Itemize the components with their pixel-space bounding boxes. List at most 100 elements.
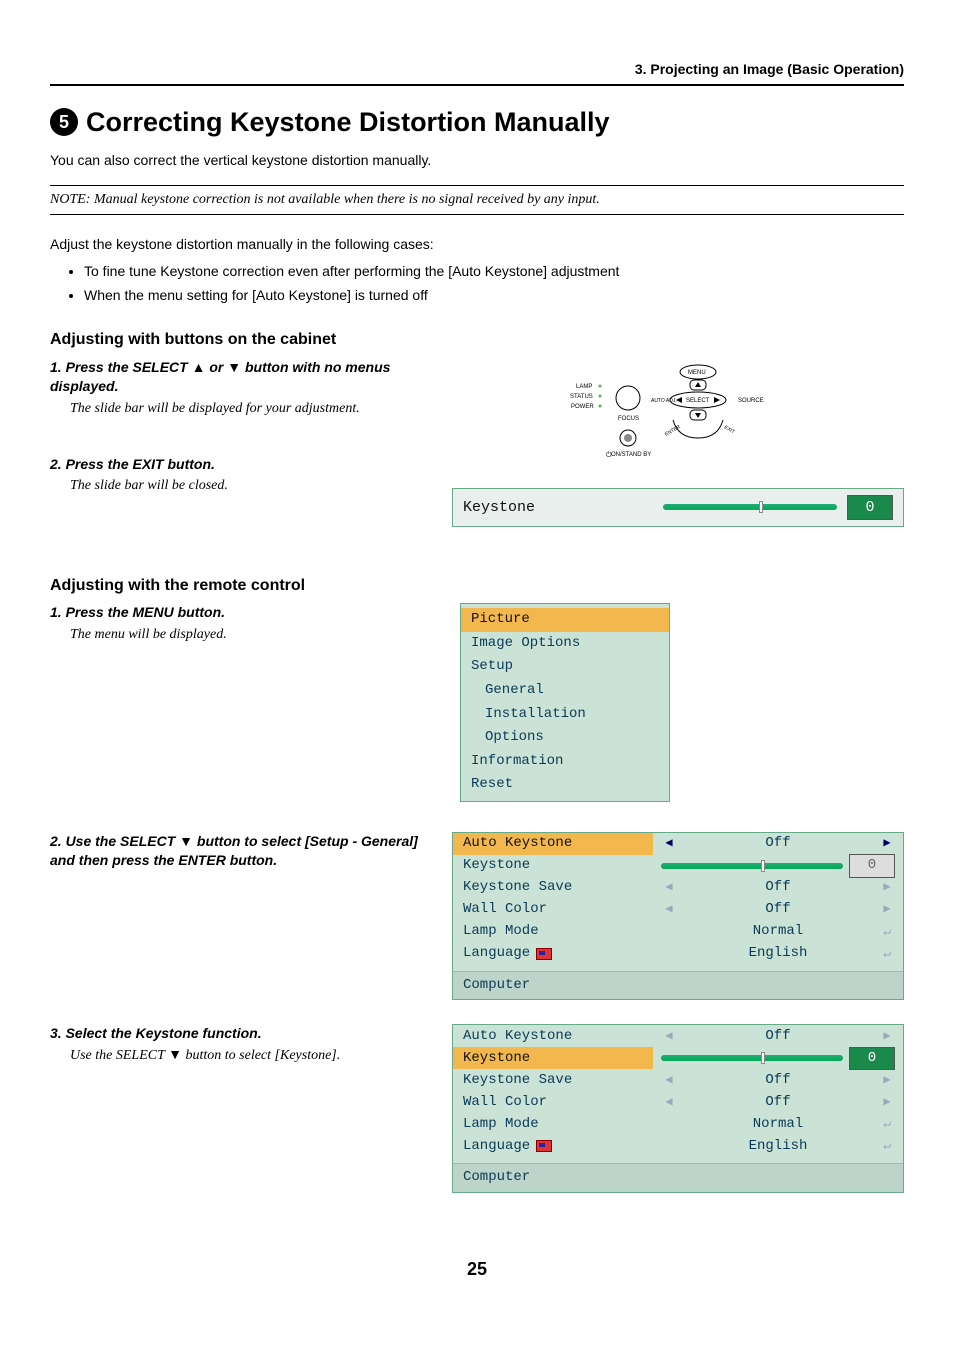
lamp-label: LAMP [576,384,592,390]
osd-footer: Computer [453,971,903,1000]
osd-value: Normal [683,1115,873,1135]
osd-row-label: Auto Keystone [453,1025,653,1047]
exit-label: EXIT [723,424,736,435]
keystone-slider-thumb [759,501,763,513]
osd-row: Language◀English↵ [453,943,903,965]
arrow-left-icon: ◀ [661,879,677,896]
menu-item: Picture [461,608,669,632]
menu-item: Setup [461,655,669,679]
osd-row: Auto Keystone ◀ Off ▶ [453,1025,903,1047]
arrow-left-icon: ◀ [661,1028,677,1045]
arrow-right-icon: ▶ [879,879,895,896]
page-number: 25 [50,1257,904,1282]
osd-value: Off [683,1071,873,1091]
subheading-cabinet: Adjusting with buttons on the cabinet [50,329,904,351]
osd-row-label: Keystone [453,1047,653,1069]
arrow-left-icon: ◀ [661,901,677,918]
cabinet-diagram: LAMP STATUS POWER FOCUS MENU AUTO ADJ. S… [538,358,818,468]
osd-slider-track [661,1055,843,1061]
select-label: SELECT [686,398,710,404]
osd-row: Auto Keystone ◀ Off ▶ [453,833,903,855]
osd-row-label: Lamp Mode [453,1113,653,1135]
chapter-header: 3. Projecting an Image (Basic Operation) [50,60,904,86]
arrow-right-icon: ▶ [879,1094,895,1111]
cases-list: To fine tune Keystone correction even af… [84,262,904,305]
section-title-text: Correcting Keystone Distortion Manually [86,104,610,142]
osd-row-label: Keystone [453,855,653,877]
arrow-right-icon: ▶ [879,1028,895,1045]
keystone-slider-value: 0 [847,495,893,520]
standby-label: ON/STAND BY [611,452,651,458]
intro-text: You can also correct the vertical keysto… [50,151,904,171]
step2-desc: The slide bar will be closed. [70,476,430,496]
section-number-icon: 5 [50,108,78,136]
osd-row: Keystone 0 [453,1047,903,1069]
rstep2-title: 2. Use the SELECT ▼ button to select [Se… [50,832,430,871]
language-icon [536,948,552,960]
osd-value: Off [683,878,873,898]
main-menu-osd: PictureImage OptionsSetupGeneralInstalla… [460,603,670,802]
osd-row: Keystone Save ◀ Off ▶ [453,877,903,899]
rstep1-title: 1. Press the MENU button. [50,603,430,623]
enter-icon: ↵ [879,945,895,963]
keystone-slider-osd: Keystone 0 [452,488,904,527]
adjust-intro: Adjust the keystone distortion manually … [50,235,904,255]
osd-row-label: Keystone Save [453,877,653,899]
setup-general-osd-1: Auto Keystone◀Off▶Keystone0Keystone Save… [452,832,904,1001]
arrow-left-icon: ◀ [661,835,677,852]
menu-label: MENU [688,370,706,376]
enter-icon: ↵ [879,1137,895,1155]
osd-value: Off [683,900,873,920]
section-title: 5 Correcting Keystone Distortion Manuall… [50,104,904,142]
step1-title: 1. Press the SELECT ▲ or ▼ button with n… [50,358,430,397]
step2-title: 2. Press the EXIT button. [50,455,430,475]
language-icon [536,1140,552,1152]
menu-item: Image Options [461,632,669,656]
osd-slider-track [661,863,843,869]
menu-item: Installation [461,703,669,727]
osd-row: Lamp Mode◀Normal↵ [453,921,903,943]
osd-value: Off [683,1093,873,1113]
osd-slider-value: 0 [849,854,895,878]
rstep1-desc: The menu will be displayed. [70,625,430,645]
osd-value: English [683,1137,873,1157]
arrow-left-icon: ◀ [661,1094,677,1111]
osd-row-label: Keystone Save [453,1069,653,1091]
osd-slider-thumb [761,860,765,872]
osd-row: Wall Color◀Off▶ [453,899,903,921]
osd-row: Keystone Save◀Off▶ [453,1069,903,1091]
arrow-right-icon: ▶ [879,835,895,852]
osd-slider-value: 0 [849,1047,895,1071]
osd-row: Lamp Mode◀Normal↵ [453,1113,903,1135]
osd-row-label: Wall Color [453,1091,653,1113]
focus-label: FOCUS [618,416,639,422]
menu-item: Options [461,726,669,750]
osd-value: Off [683,1027,873,1047]
osd-value: Off [683,834,873,854]
osd-footer: Computer [453,1163,903,1192]
menu-item: General [461,679,669,703]
osd-value: English [683,944,873,964]
osd-row: Language◀English↵ [453,1135,903,1157]
menu-item: Information [461,750,669,774]
osd-row-label: Language [453,943,653,965]
subheading-remote: Adjusting with the remote control [50,575,904,597]
rstep3-title: 3. Select the Keystone function. [50,1024,430,1044]
osd-row-label: Language [453,1135,653,1157]
osd-row: Wall Color ◀ Off ▶ [453,1091,903,1113]
keystone-slider-label: Keystone [463,497,653,518]
osd-slider-thumb [761,1052,765,1064]
setup-general-osd-2: Auto Keystone ◀ Off ▶ Keystone 0 Keystone Save… [452,1024,904,1193]
rstep3-desc: Use the SELECT ▼ button to select [Keyst… [70,1046,430,1066]
enter-icon: ↵ [879,1115,895,1133]
step1-desc: The slide bar will be displayed for your… [70,399,430,419]
osd-row-label: Auto Keystone [453,833,653,855]
osd-row: Keystone 0 [453,855,903,877]
note-box: NOTE: Manual keystone correction is not … [50,185,904,215]
osd-row-label: Wall Color [453,899,653,921]
svg-text:⏻: ⏻ [606,451,612,459]
arrow-left-icon: ◀ [661,1072,677,1089]
osd-value: Normal [683,922,873,942]
power-label: POWER [571,404,594,410]
status-label: STATUS [570,394,593,400]
